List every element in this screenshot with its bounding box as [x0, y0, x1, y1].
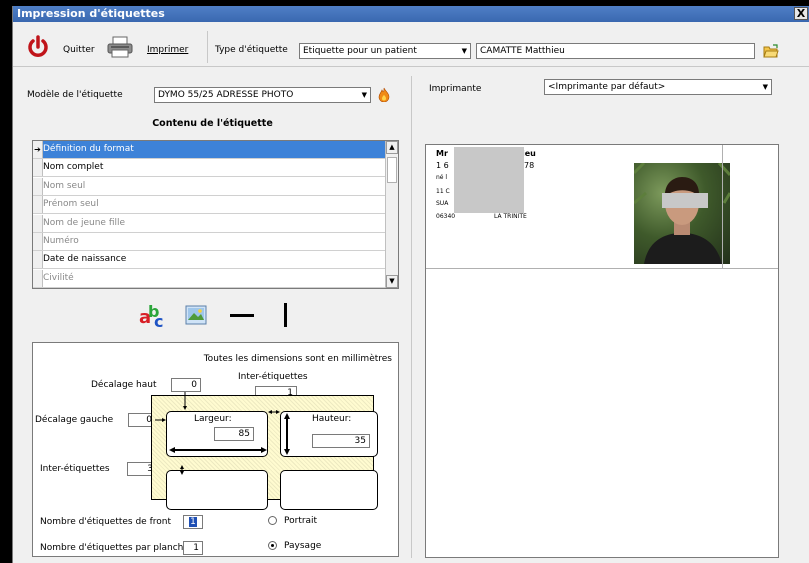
list-item[interactable]: ➔ Définition du format: [33, 141, 386, 159]
patient-name-value: CAMATTE Matthieu: [480, 46, 565, 56]
row-selector[interactable]: [33, 196, 43, 214]
preview-number-end: 78: [524, 161, 535, 170]
label-print-window: Impression d'étiquettes X Quitter Imprim…: [12, 6, 809, 563]
printer-caption: Imprimante: [429, 84, 482, 94]
dimensions-note: Toutes les dimensions sont en millimètre…: [203, 354, 392, 364]
preview-birth: né l: [436, 174, 448, 181]
content-tools: a b c: [20, 296, 405, 336]
row-pointer-icon[interactable]: ➔: [33, 141, 43, 158]
inter-left-label: Inter-étiquettes: [40, 464, 110, 474]
scroll-thumb[interactable]: [387, 157, 397, 183]
preview-panel: Imprimante <Imprimante par défaut> ▼ Mr …: [423, 76, 807, 558]
label-preview: Mr ieu 1 6 78 né l 11 C SUA 06340 LA TRI…: [425, 144, 779, 558]
preview-city: LA TRINITE: [494, 213, 527, 220]
list-item[interactable]: Prénom seul: [33, 196, 386, 215]
label-type-value: Etiquette pour un patient: [303, 46, 417, 56]
printer-value: <Imprimante par défaut>: [548, 82, 666, 92]
quit-button[interactable]: Quitter: [63, 45, 95, 55]
panel-divider: [411, 76, 412, 558]
list-item-label: Civilité: [43, 272, 74, 283]
list-item-label: Numéro: [43, 236, 79, 246]
list-item-label: Date de naissance: [43, 254, 127, 265]
row-selector[interactable]: [33, 251, 43, 269]
row-selector[interactable]: [33, 214, 43, 232]
title-bar: Impression d'étiquettes X: [13, 6, 809, 22]
toolbar: Quitter Imprimer Type d'étiquette Etique…: [13, 23, 809, 67]
scroll-up-icon[interactable]: ▲: [386, 141, 398, 154]
list-item[interactable]: Nom seul: [33, 177, 386, 196]
window-title: Impression d'étiquettes: [17, 7, 165, 20]
list-item[interactable]: Nom complet: [33, 159, 386, 178]
content-title: Contenu de l'étiquette: [152, 118, 273, 129]
landscape-radio[interactable]: [268, 541, 277, 550]
preview-zip: 06340: [436, 213, 456, 220]
list-item-label: Définition du format: [43, 144, 134, 154]
preview-name-end: ieu: [522, 149, 536, 158]
chevron-down-icon: ▼: [762, 83, 768, 91]
per-sheet-label: Nombre d'étiquettes par planche: [40, 543, 189, 553]
landscape-label[interactable]: Paysage: [284, 541, 321, 551]
row-selector[interactable]: [33, 159, 43, 177]
patient-name-field[interactable]: CAMATTE Matthieu: [476, 43, 755, 59]
text-tool-icon[interactable]: a b c: [138, 301, 168, 329]
list-item[interactable]: Date de naissance: [33, 251, 386, 270]
per-sheet-input[interactable]: 1: [183, 541, 203, 555]
model-select[interactable]: DYMO 55/25 ADRESSE PHOTO ▼: [154, 87, 371, 103]
model-caption: Modèle de l'étiquette: [27, 90, 123, 100]
preview-address-2: SUA: [436, 200, 449, 207]
list-item-label: Nom de jeune fille: [43, 217, 126, 228]
preview-address: 11 C: [436, 188, 450, 195]
patient-photo: [634, 163, 730, 264]
flame-icon[interactable]: [378, 87, 390, 102]
dimension-arrows: [155, 392, 290, 475]
list-item-label: Nom complet: [43, 162, 104, 173]
list-scrollbar[interactable]: ▲ ▼: [385, 141, 398, 288]
row-selector[interactable]: [33, 233, 43, 250]
chevron-down-icon: ▼: [461, 47, 467, 55]
inter-top-label: Inter-étiquettes: [238, 372, 308, 382]
offset-top-input[interactable]: 0: [171, 378, 201, 392]
label-edge-marker: [722, 145, 723, 269]
front-count-input[interactable]: 1: [183, 515, 203, 529]
portrait-label[interactable]: Portrait: [284, 516, 317, 526]
scroll-down-icon[interactable]: ▼: [386, 275, 398, 288]
image-tool-icon[interactable]: [185, 305, 207, 325]
sheet-diagram: Largeur: 85 Hauteur: 35: [151, 392, 378, 510]
close-button[interactable]: X: [794, 7, 808, 20]
redaction-block: [454, 147, 524, 213]
dimensions-panel: Toutes les dimensions sont en millimètre…: [32, 342, 399, 557]
printer-icon[interactable]: [107, 36, 133, 58]
print-button[interactable]: Imprimer: [147, 45, 188, 55]
label-fields-list[interactable]: Civilité Date de naissance Numéro Nom de je…: [32, 140, 399, 289]
photo-image: [634, 163, 730, 264]
label-preview-area: Mr ieu 1 6 78 né l 11 C SUA 06340 LA TRI…: [426, 145, 778, 269]
offset-top-label: Décalage haut: [91, 380, 157, 390]
list-item[interactable]: Civilité: [33, 269, 386, 288]
toolbar-separator: [207, 31, 208, 63]
row-selector[interactable]: [33, 177, 43, 195]
model-value: DYMO 55/25 ADRESSE PHOTO: [158, 90, 294, 100]
label-type-caption: Type d'étiquette: [215, 45, 288, 55]
preview-number-start: 1 6: [436, 161, 449, 170]
offset-left-label: Décalage gauche: [35, 415, 114, 425]
vertical-line-tool-icon[interactable]: [284, 303, 287, 327]
format-panel: Modèle de l'étiquette DYMO 55/25 ADRESSE…: [20, 76, 405, 558]
printer-select[interactable]: <Imprimante par défaut> ▼: [544, 79, 772, 95]
front-count-value: 1: [189, 517, 197, 527]
list-item[interactable]: Nom de jeune fille: [33, 214, 386, 233]
label-type-select[interactable]: Etiquette pour un patient ▼: [299, 43, 471, 59]
front-count-label: Nombre d'étiquettes de front: [40, 517, 171, 527]
horizontal-line-tool-icon[interactable]: [230, 314, 254, 317]
list-item-label: Nom seul: [43, 180, 86, 191]
list-item[interactable]: Numéro: [33, 233, 386, 251]
svg-text:c: c: [154, 312, 163, 329]
portrait-radio[interactable]: [268, 516, 277, 525]
preview-name-start: Mr: [436, 149, 448, 158]
power-icon[interactable]: [27, 35, 49, 59]
row-selector[interactable]: [33, 269, 43, 287]
chevron-down-icon: ▼: [361, 91, 367, 99]
list-item-label: Prénom seul: [43, 199, 99, 210]
open-folder-icon[interactable]: [763, 44, 779, 58]
